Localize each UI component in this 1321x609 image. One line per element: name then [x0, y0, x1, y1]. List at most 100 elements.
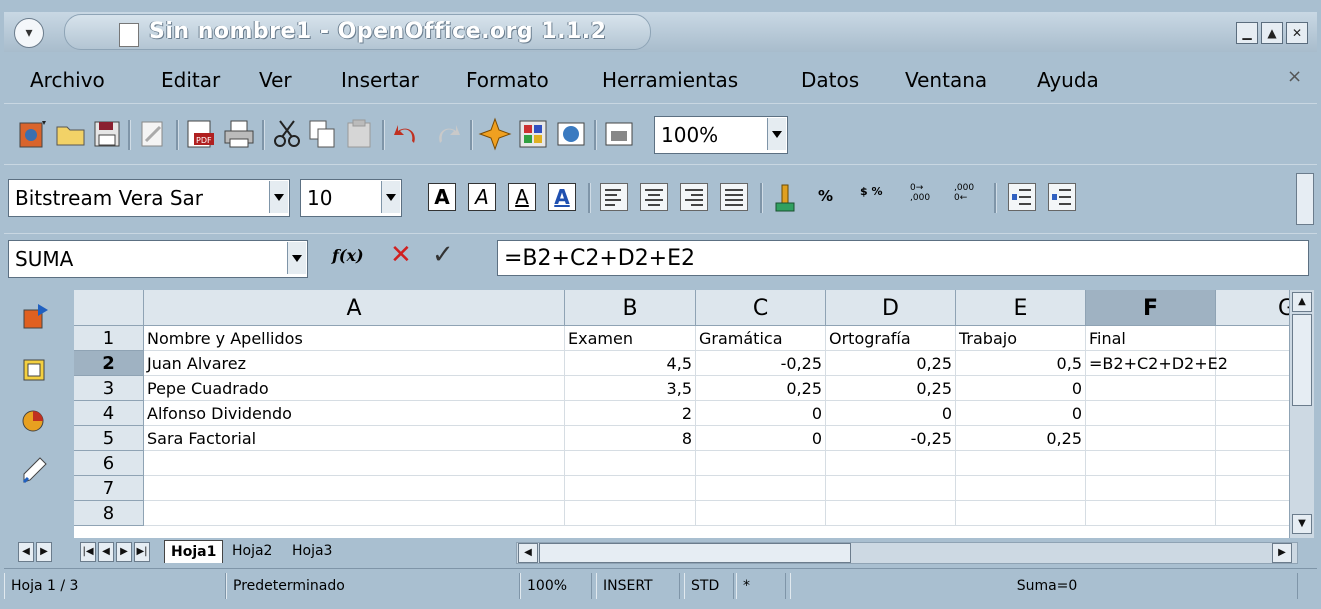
copy-icon[interactable] — [306, 117, 340, 151]
undo-icon[interactable] — [390, 117, 424, 151]
currency-format-button[interactable]: $ % — [860, 185, 883, 198]
insert-object-icon[interactable] — [18, 300, 52, 334]
print-icon[interactable] — [222, 117, 256, 151]
cell-e2[interactable]: 0,5 — [956, 351, 1086, 376]
row-header-8[interactable]: 8 — [74, 501, 144, 526]
row-header-6[interactable]: 6 — [74, 451, 144, 476]
cell-f1[interactable]: Final — [1086, 326, 1216, 351]
align-right-icon[interactable] — [680, 183, 708, 211]
sheet-tab-hoja3[interactable]: Hoja3 — [286, 540, 338, 562]
cell-c5[interactable]: 0 — [696, 426, 826, 451]
font-name-combo[interactable]: Bitstream Vera Sar — [8, 179, 290, 217]
cell-a1[interactable]: Nombre y Apellidos — [144, 326, 565, 351]
name-box[interactable]: SUMA — [8, 240, 308, 278]
formula-input[interactable]: =B2+C2+D2+E2 — [497, 240, 1309, 276]
cell-f2[interactable]: =B2+C2+D2+E2 — [1086, 351, 1228, 376]
menu-ver[interactable]: Ver — [259, 68, 292, 92]
column-header-f[interactable]: F — [1086, 290, 1216, 326]
menu-ayuda[interactable]: Ayuda — [1037, 68, 1099, 92]
cell-d1[interactable]: Ortografía — [826, 326, 956, 351]
cell-e5[interactable]: 0,25 — [956, 426, 1086, 451]
cell-b5[interactable]: 8 — [565, 426, 696, 451]
decrease-indent-icon[interactable] — [1008, 183, 1036, 211]
cell-empty[interactable] — [1216, 351, 1289, 376]
window-menu-button[interactable]: ▾ — [14, 18, 44, 48]
cell-empty[interactable] — [1216, 501, 1289, 526]
cell-d4[interactable]: 0 — [826, 401, 956, 426]
row-header-7[interactable]: 7 — [74, 476, 144, 501]
spreadsheet-grid[interactable]: A B C D E F G 1 2 3 4 5 6 7 8 Nombre y A… — [74, 290, 1289, 538]
function-wizard-button[interactable]: f(x) — [332, 246, 364, 265]
cell-empty[interactable] — [1216, 376, 1289, 401]
scroll-up-button[interactable]: ▲ — [1292, 292, 1312, 312]
cell-b2[interactable]: 4,5 — [565, 351, 696, 376]
sheet-tab-hoja1[interactable]: Hoja1 — [164, 540, 224, 563]
font-name-dropdown-arrow[interactable] — [269, 181, 288, 213]
redo-icon[interactable] — [430, 117, 464, 151]
row-header-5[interactable]: 5 — [74, 426, 144, 451]
column-header-b[interactable]: B — [565, 290, 696, 326]
bold-button[interactable]: A — [428, 183, 456, 211]
cell-a2[interactable]: Juan Alvarez — [144, 351, 565, 376]
row-header-2[interactable]: 2 — [74, 351, 144, 376]
horizontal-scrollbar[interactable]: ◀ ▶ — [516, 542, 1298, 564]
cell-empty[interactable] — [956, 476, 1086, 501]
cell-empty[interactable] — [1086, 476, 1216, 501]
italic-button[interactable]: A — [468, 183, 496, 211]
cell-d5[interactable]: -0,25 — [826, 426, 956, 451]
menu-herramientas[interactable]: Herramientas — [602, 68, 738, 92]
percent-format-button[interactable]: % — [818, 187, 833, 205]
cell-c2[interactable]: -0,25 — [696, 351, 826, 376]
last-sheet-button[interactable]: ▶| — [134, 542, 150, 562]
scroll-left-button[interactable]: ◀ — [518, 543, 538, 563]
cell-empty[interactable] — [826, 451, 956, 476]
name-box-dropdown-arrow[interactable] — [287, 242, 306, 274]
select-all-corner[interactable] — [74, 290, 144, 326]
cell-empty[interactable] — [144, 476, 565, 501]
delete-decimal-button[interactable]: ,000 0← — [954, 183, 984, 203]
cell-a3[interactable]: Pepe Cuadrado — [144, 376, 565, 401]
save-icon[interactable] — [90, 117, 124, 151]
cell-d3[interactable]: 0,25 — [826, 376, 956, 401]
zoom-dropdown-arrow[interactable] — [767, 118, 786, 150]
cut-icon[interactable] — [270, 117, 304, 151]
cell-empty[interactable] — [1216, 476, 1289, 501]
cell-empty[interactable] — [826, 501, 956, 526]
cell-c4[interactable]: 0 — [696, 401, 826, 426]
navigator-icon[interactable] — [478, 117, 512, 151]
menu-editar[interactable]: Editar — [161, 68, 220, 92]
open-folder-icon[interactable] — [54, 117, 88, 151]
cell-empty[interactable] — [696, 501, 826, 526]
cell-c1[interactable]: Gramática — [696, 326, 826, 351]
menu-insertar[interactable]: Insertar — [341, 68, 419, 92]
cell-empty[interactable] — [826, 476, 956, 501]
cell-empty[interactable] — [956, 451, 1086, 476]
cell-empty[interactable] — [565, 451, 696, 476]
cell-c3[interactable]: 0,25 — [696, 376, 826, 401]
sheet-tab-hoja2[interactable]: Hoja2 — [226, 540, 278, 562]
status-selection-mode[interactable]: STD — [684, 573, 734, 599]
status-zoom[interactable]: 100% — [520, 573, 592, 599]
scroll-down-button[interactable]: ▼ — [1292, 514, 1312, 534]
status-insert-mode[interactable]: INSERT — [596, 573, 680, 599]
minimize-button[interactable]: ▁ — [1236, 22, 1258, 44]
cell-empty[interactable] — [144, 451, 565, 476]
edit-file-icon[interactable] — [136, 117, 170, 151]
vertical-scrollbar[interactable]: ▲ ▼ — [1289, 290, 1314, 538]
cell-b3[interactable]: 3,5 — [565, 376, 696, 401]
vertical-scroll-thumb[interactable] — [1292, 314, 1312, 406]
insert-chart-icon[interactable] — [18, 402, 52, 436]
cell-empty[interactable] — [696, 476, 826, 501]
menu-formato[interactable]: Formato — [466, 68, 549, 92]
cell-a5[interactable]: Sara Factorial — [144, 426, 565, 451]
cell-e3[interactable]: 0 — [956, 376, 1086, 401]
row-header-4[interactable]: 4 — [74, 401, 144, 426]
menu-datos[interactable]: Datos — [801, 68, 859, 92]
close-button[interactable]: ✕ — [1286, 22, 1308, 44]
cell-empty[interactable] — [1216, 401, 1289, 426]
first-sheet-button[interactable]: |◀ — [80, 542, 96, 562]
menu-ventana[interactable]: Ventana — [905, 68, 987, 92]
previous-sheet-button[interactable]: ◀ — [98, 542, 114, 562]
cell-empty[interactable] — [565, 501, 696, 526]
column-header-c[interactable]: C — [696, 290, 826, 326]
